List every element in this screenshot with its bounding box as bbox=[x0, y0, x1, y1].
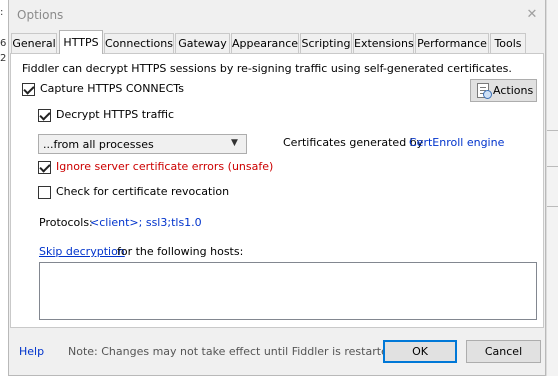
ok-button[interactable]: OK bbox=[383, 340, 457, 363]
decrypt-traffic-label[interactable]: Decrypt HTTPS traffic bbox=[56, 108, 174, 121]
bg-fragment: 6 bbox=[0, 38, 7, 49]
help-link[interactable]: Help bbox=[19, 345, 44, 358]
protocols-label: Protocols: bbox=[39, 216, 93, 229]
cert-info-text: Certificates generated by bbox=[283, 136, 424, 149]
bg-fragment: : bbox=[0, 7, 4, 18]
tab-appearance[interactable]: Appearance bbox=[231, 33, 299, 53]
actions-button[interactable]: Actions bbox=[470, 79, 537, 102]
check-revocation-checkbox[interactable] bbox=[38, 186, 51, 199]
actions-label: Actions bbox=[493, 84, 534, 97]
tab-performance[interactable]: Performance bbox=[415, 33, 489, 53]
skip-decryption-link[interactable]: Skip decryption bbox=[39, 245, 125, 258]
background-right-edge bbox=[546, 0, 558, 376]
tab-extensions[interactable]: Extensions bbox=[353, 33, 414, 53]
close-icon[interactable]: ✕ bbox=[524, 7, 540, 23]
capture-connects-label[interactable]: Capture HTTPS CONNECTs bbox=[40, 82, 184, 95]
check-revocation-label[interactable]: Check for certificate revocation bbox=[56, 185, 229, 198]
https-intro-text: Fiddler can decrypt HTTPS sessions by re… bbox=[22, 62, 512, 75]
certificate-icon bbox=[477, 83, 492, 99]
window-title: Options bbox=[17, 8, 64, 22]
tab-https[interactable]: HTTPS bbox=[59, 30, 103, 54]
skip-hosts-textarea[interactable] bbox=[39, 262, 537, 320]
restart-note: Note: Changes may not take effect until … bbox=[68, 345, 399, 358]
cert-engine-link[interactable]: CertEnroll engine bbox=[409, 136, 504, 149]
skip-hosts-label: for the following hosts: bbox=[117, 245, 244, 258]
protocols-link[interactable]: <client>; ssl3;tls1.0 bbox=[90, 216, 202, 229]
decrypt-traffic-checkbox[interactable] bbox=[38, 109, 51, 122]
cancel-button[interactable]: Cancel bbox=[466, 340, 541, 363]
chevron-down-icon: ▼ bbox=[231, 138, 238, 148]
tab-connections[interactable]: Connections bbox=[104, 33, 174, 53]
process-filter-value: ...from all processes bbox=[43, 138, 154, 151]
https-tab-panel: Fiddler can decrypt HTTPS sessions by re… bbox=[10, 53, 544, 328]
ignore-errors-checkbox[interactable] bbox=[38, 161, 51, 174]
tab-general[interactable]: General bbox=[11, 33, 57, 53]
tab-tools[interactable]: Tools bbox=[490, 33, 526, 53]
tab-scripting[interactable]: Scripting bbox=[300, 33, 352, 53]
title-bar: Options ✕ bbox=[9, 0, 545, 31]
tab-gateway[interactable]: Gateway bbox=[175, 33, 230, 53]
tab-strip: General HTTPS Connections Gateway Appear… bbox=[9, 30, 545, 54]
ignore-errors-label[interactable]: Ignore server certificate errors (unsafe… bbox=[56, 160, 273, 173]
process-filter-dropdown[interactable]: ...from all processes ▼ bbox=[38, 134, 247, 154]
bg-fragment: 2 bbox=[0, 53, 7, 64]
options-dialog: Options ✕ General HTTPS Connections Gate… bbox=[8, 0, 546, 376]
capture-connects-checkbox[interactable] bbox=[22, 83, 35, 96]
